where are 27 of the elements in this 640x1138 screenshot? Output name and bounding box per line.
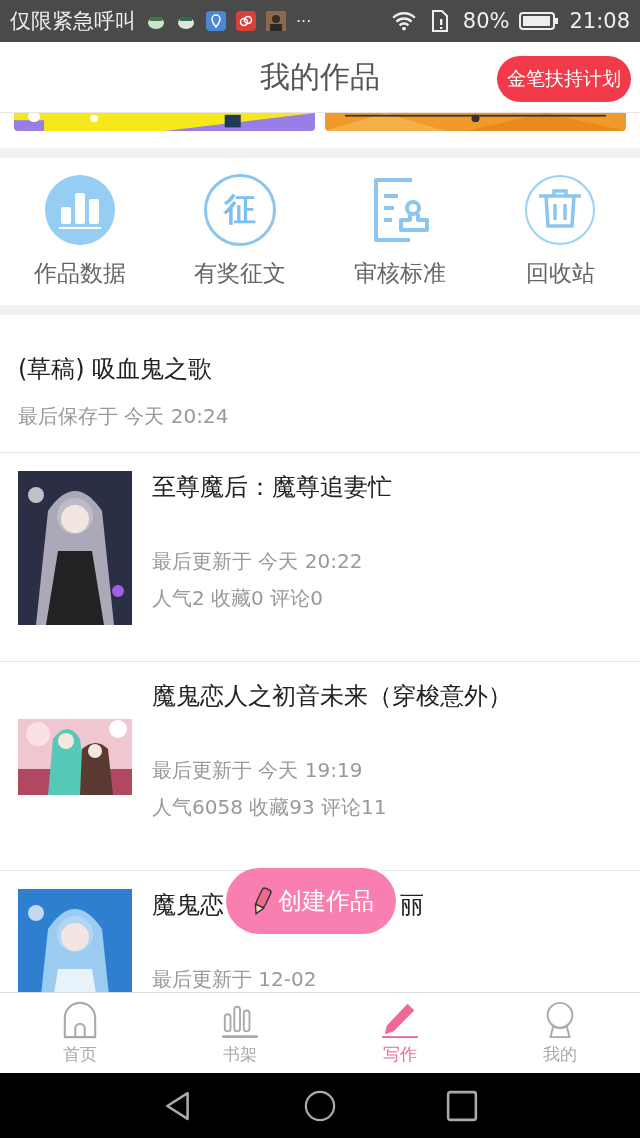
- clock-text: 21:08: [569, 9, 630, 33]
- shortcut-label[interactable]: 有奖征文: [194, 258, 286, 289]
- promo-button[interactable]: 金笔扶持计划: [497, 56, 631, 102]
- page-title: 我的作品: [260, 57, 380, 96]
- work-stats-text: 人气2 收藏0 评论0: [152, 585, 324, 612]
- work-title[interactable]: 魔鬼恋: [152, 889, 224, 921]
- shortcut-label[interactable]: 作品数据: [34, 258, 126, 289]
- more-notifications-text: ···: [296, 11, 312, 31]
- shortcut-label[interactable]: 回收站: [525, 258, 595, 289]
- location-icon: [206, 11, 226, 31]
- home-icon: [61, 1000, 99, 1039]
- shortcut-label[interactable]: 审核标准: [354, 258, 446, 289]
- updated-time-text: 最后更新于 今天 19:19: [152, 757, 364, 784]
- work-stats-text: 人气6058 收藏93 评论11: [152, 794, 388, 821]
- draft-title[interactable]: (草稿) 吸血鬼之歌: [18, 353, 622, 385]
- work-title-end[interactable]: 丽: [400, 889, 424, 921]
- carrier-text: 仅限紧急呼叫: [10, 8, 136, 35]
- work-title[interactable]: 至尊魔后：魔尊追妻忙: [152, 471, 392, 503]
- home-circle-icon[interactable]: [304, 1089, 336, 1122]
- wifi-icon: [390, 10, 417, 32]
- work-title[interactable]: 魔鬼恋人之初音未来（穿梭意外）: [152, 680, 512, 712]
- saved-time-text: 最后保存于 今天 20:24: [18, 403, 230, 430]
- updated-time-text: 最后更新于 今天 20:22: [152, 548, 364, 575]
- recents-icon[interactable]: [446, 1089, 478, 1122]
- updated-time-text: 最后更新于 12-02: [152, 966, 318, 992]
- battery-text: 80%: [462, 9, 510, 33]
- battery-icon: [519, 11, 560, 31]
